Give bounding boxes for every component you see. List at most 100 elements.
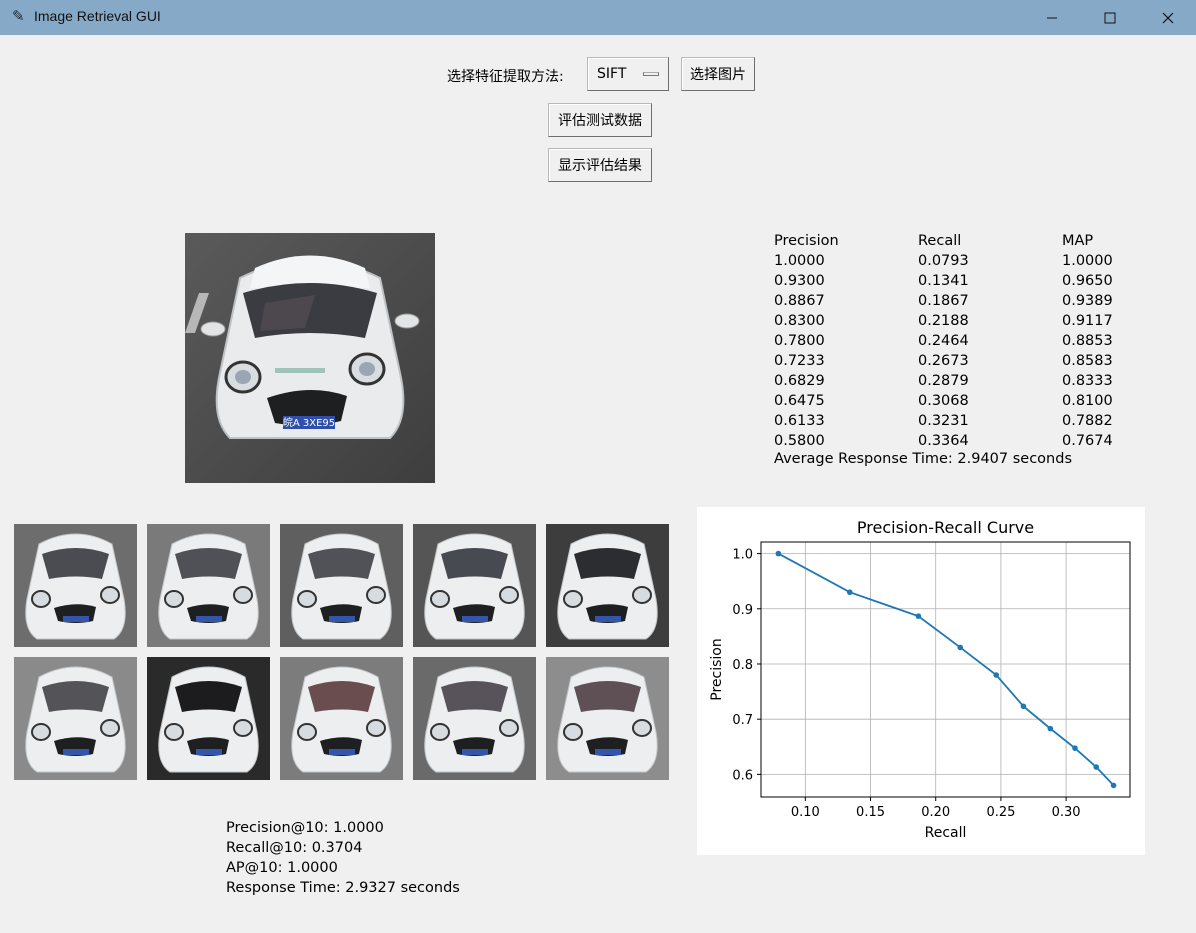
precision-at-10: Precision@10: 1.0000: [226, 820, 384, 836]
precision-cell: 0.7233: [774, 353, 825, 369]
metrics-row: 0.6829 0.2879 0.8333: [774, 371, 1114, 391]
pr-point: [1093, 764, 1100, 770]
result-stats: Precision@10: 1.0000 Recall@10: 0.3704 A…: [226, 818, 460, 898]
x-tick-label: 0.10: [791, 805, 820, 820]
recall-cell: 0.2464: [918, 333, 969, 349]
evaluate-test-data-button[interactable]: 评估测试数据: [548, 103, 652, 137]
map-cell: 0.9650: [1062, 273, 1113, 289]
map-cell: 0.8853: [1062, 333, 1113, 349]
precision-cell: 0.6475: [774, 393, 825, 409]
map-cell: 0.8333: [1062, 373, 1113, 389]
result-thumbnail: [14, 657, 137, 780]
response-time: Response Time: 2.9327 seconds: [226, 880, 460, 896]
metrics-row: 0.7233 0.2673 0.8583: [774, 351, 1114, 371]
pr-point: [993, 672, 1000, 678]
query-image: 皖A 3XE95: [185, 233, 435, 483]
map-cell: 1.0000: [1062, 253, 1113, 269]
pr-point: [1110, 782, 1117, 789]
precision-cell: 0.9300: [774, 273, 825, 289]
x-axis-label: Recall: [925, 825, 967, 841]
close-button[interactable]: [1139, 0, 1196, 35]
x-tick-label: 0.30: [1052, 805, 1081, 820]
precision-cell: 0.7800: [774, 333, 825, 349]
pr-point: [846, 589, 853, 596]
plate-text: 皖A 3XE95: [283, 416, 335, 429]
pr-point: [1072, 745, 1078, 751]
map-cell: 0.9117: [1062, 313, 1113, 329]
metrics-row: 0.9300 0.1341 0.9650: [774, 271, 1114, 291]
metrics-table: Precision Recall MAP 1.0000 0.0793 1.0000 …: [774, 231, 1114, 451]
pr-point: [775, 550, 782, 557]
method-dropdown[interactable]: SIFT: [587, 57, 669, 91]
metrics-row: 0.8300 0.2188 0.9117: [774, 311, 1114, 331]
ap-at-10: AP@10: 1.0000: [226, 860, 338, 876]
metrics-row: 0.8867 0.1867 0.9389: [774, 291, 1114, 311]
pr-chart-panel: 0.10 0.15 0.20 0.25 0.30 0.6 0.7 0.8 0.9 1.0 Preci…: [697, 507, 1145, 855]
precision-cell: 0.8300: [774, 313, 825, 329]
feather-icon: ✎: [12, 7, 25, 25]
result-thumbnail: [413, 524, 536, 647]
recall-cell: 0.3068: [918, 393, 969, 409]
recall-cell: 0.1341: [918, 273, 969, 289]
show-results-button[interactable]: 显示评估结果: [548, 148, 652, 182]
title-bar: ✎ Image Retrieval GUI: [0, 0, 1196, 35]
recall-cell: 0.3231: [918, 413, 969, 429]
minimize-button[interactable]: [1023, 0, 1081, 35]
precision-cell: 0.6829: [774, 373, 825, 389]
metrics-row: 0.5800 0.3364 0.7674: [774, 431, 1114, 451]
recall-header: Recall: [918, 233, 962, 249]
pr-point: [1047, 725, 1054, 732]
y-tick-label: 0.9: [732, 603, 753, 618]
metrics-row: 0.6475 0.3068 0.8100: [774, 391, 1114, 411]
pr-point: [915, 613, 922, 619]
precision-cell: 0.6133: [774, 413, 825, 429]
result-thumbnail: [147, 657, 270, 780]
select-image-button[interactable]: 选择图片: [681, 57, 755, 91]
chart-title: Precision-Recall Curve: [857, 518, 1034, 537]
recall-cell: 0.1867: [918, 293, 969, 309]
x-tick-label: 0.20: [921, 805, 950, 820]
y-tick-label: 1.0: [732, 548, 753, 563]
average-response-time: Average Response Time: 2.9407 seconds: [774, 451, 1072, 467]
result-thumbnail: [546, 657, 669, 780]
pr-point: [957, 644, 964, 651]
recall-cell: 0.2879: [918, 373, 969, 389]
plot-frame: [760, 541, 1131, 798]
metrics-row: 1.0000 0.0793 1.0000: [774, 251, 1114, 271]
maximize-button[interactable]: [1081, 0, 1139, 35]
result-thumbnail: [280, 657, 403, 780]
metrics-row: 0.6133 0.3231 0.7882: [774, 411, 1114, 431]
recall-cell: 0.2188: [918, 313, 969, 329]
precision-header: Precision: [774, 233, 839, 249]
map-cell: 0.9389: [1062, 293, 1113, 309]
recall-cell: 0.0793: [918, 253, 969, 269]
result-thumbnail: [280, 524, 403, 647]
result-thumbnail: [546, 524, 669, 647]
y-axis-label: Precision: [709, 638, 725, 700]
result-thumbnail: [413, 657, 536, 780]
precision-cell: 0.8867: [774, 293, 825, 309]
dropdown-indicator-icon: [643, 72, 659, 76]
result-thumbnail: [147, 524, 270, 647]
precision-cell: 1.0000: [774, 253, 825, 269]
x-tick-label: 0.15: [856, 805, 885, 820]
window-title: Image Retrieval GUI: [34, 8, 161, 24]
result-thumbnail: [14, 524, 137, 647]
recall-cell: 0.3364: [918, 433, 969, 449]
precision-cell: 0.5800: [774, 433, 825, 449]
y-tick-label: 0.7: [732, 713, 753, 728]
metrics-row: 0.7800 0.2464 0.8853: [774, 331, 1114, 351]
x-tick-label: 0.25: [986, 805, 1015, 820]
map-cell: 0.8100: [1062, 393, 1113, 409]
map-header: MAP: [1062, 233, 1094, 249]
pr-series-line: [777, 552, 1115, 787]
method-value: SIFT: [597, 66, 627, 82]
method-label: 选择特征提取方法:: [447, 69, 564, 85]
y-tick-label: 0.6: [732, 768, 753, 783]
pr-chart: 0.10 0.15 0.20 0.25 0.30 0.6 0.7 0.8 0.9 1.0 Preci…: [709, 518, 1131, 841]
recall-at-10: Recall@10: 0.3704: [226, 840, 363, 856]
pr-point: [1020, 703, 1027, 710]
metrics-header-row: Precision Recall MAP: [774, 231, 1114, 251]
map-cell: 0.7674: [1062, 433, 1113, 449]
map-cell: 0.7882: [1062, 413, 1113, 429]
